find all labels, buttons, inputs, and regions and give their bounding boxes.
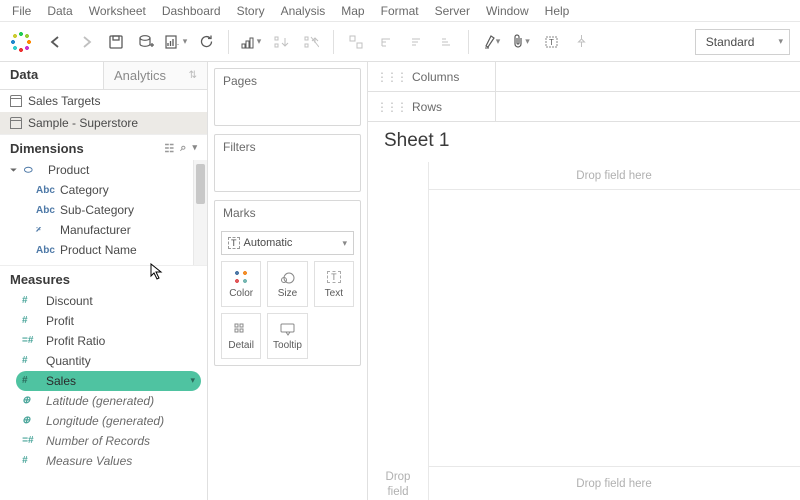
svg-text:T: T (549, 38, 554, 47)
new-sheet-button[interactable]: ▾ (162, 28, 190, 56)
pages-shelf[interactable]: Pages (214, 68, 361, 126)
field-latitude[interactable]: ⊕Latitude (generated) (0, 391, 207, 411)
globe-icon: ⊕ (22, 395, 40, 406)
field-category[interactable]: AbcCategory (0, 180, 207, 200)
mark-type-dropdown[interactable]: TAutomatic ▾ (221, 231, 354, 255)
sheet-title[interactable]: Sheet 1 (368, 122, 800, 162)
datasource-sales-targets[interactable]: Sales Targets (0, 90, 207, 112)
menu-server[interactable]: Server (435, 4, 470, 18)
sort-asc-button[interactable] (267, 28, 295, 56)
view-pane: ⋮⋮⋮Columns ⋮⋮⋮Rows Sheet 1 Drop field he… (368, 62, 800, 500)
toolbar-divider (333, 30, 334, 54)
field-discount[interactable]: #Discount (0, 291, 207, 311)
chevron-down-icon: ▾ (778, 36, 783, 47)
menu-help[interactable]: Help (545, 4, 570, 18)
save-button[interactable] (102, 28, 130, 56)
marks-tooltip-button[interactable]: Tooltip (267, 313, 307, 359)
menu-map[interactable]: Map (341, 4, 364, 18)
caret-down-icon: ⏷ (10, 165, 18, 176)
menu-dashboard[interactable]: Dashboard (162, 4, 221, 18)
fit-dropdown[interactable]: Standard ▾ (695, 29, 790, 55)
rows-shelf[interactable]: ⋮⋮⋮Rows (368, 92, 800, 122)
sort3-button[interactable] (432, 28, 460, 56)
view-canvas[interactable]: Drop field here Dropfield Drop field her… (368, 162, 800, 500)
field-product-name[interactable]: AbcProduct Name (0, 240, 207, 260)
drop-columns-hint: Drop field here (428, 162, 800, 190)
field-product-folder[interactable]: ⏷ ⬭ Product (0, 160, 207, 180)
marks-color-button[interactable]: Color (221, 261, 261, 307)
menu-data[interactable]: Data (47, 4, 72, 18)
grip-icon: ⋮⋮⋮ (376, 100, 406, 114)
field-profit[interactable]: #Profit (0, 311, 207, 331)
grip-icon: ⋮⋮⋮ (376, 70, 406, 84)
toolbar: ▾ ▾ ▾ ▾ T Standard ▾ (0, 22, 800, 62)
field-number-of-records[interactable]: =#Number of Records (0, 431, 207, 451)
back-button[interactable] (42, 28, 70, 56)
folder-icon: ⬭ (24, 165, 42, 176)
group-button[interactable] (342, 28, 370, 56)
refresh-button[interactable] (192, 28, 220, 56)
forward-button[interactable] (72, 28, 100, 56)
field-subcategory[interactable]: AbcSub-Category (0, 200, 207, 220)
field-profit-ratio[interactable]: =#Profit Ratio (0, 331, 207, 351)
size-icon (279, 269, 295, 285)
pin-button[interactable] (567, 28, 595, 56)
dimensions-header: Dimensions ☷ ⌕ ▾ (0, 134, 207, 160)
tableau-logo-icon[interactable] (10, 31, 32, 53)
swap-button[interactable]: ▾ (237, 28, 265, 56)
marks-detail-button[interactable]: Detail (221, 313, 261, 359)
labels-button[interactable]: T (537, 28, 565, 56)
measures-header: Measures (0, 265, 207, 291)
cards-column: Pages Filters Marks TAutomatic ▾ Color S… (208, 62, 368, 500)
menu-story[interactable]: Story (237, 4, 265, 18)
datasource-icon (10, 117, 22, 129)
sort2-button[interactable] (402, 28, 430, 56)
showhide-button[interactable] (372, 28, 400, 56)
menu-analysis[interactable]: Analysis (281, 4, 326, 18)
field-measure-values[interactable]: #Measure Values (0, 451, 207, 471)
marks-size-button[interactable]: Size (267, 261, 307, 307)
text-icon: T (327, 269, 341, 285)
menu-format[interactable]: Format (381, 4, 419, 18)
fit-dropdown-label: Standard (706, 35, 755, 49)
chevron-down-icon: ▾ (183, 36, 188, 47)
highlight-button[interactable]: ▾ (477, 28, 505, 56)
new-datasource-button[interactable] (132, 28, 160, 56)
view-list-icon[interactable]: ☷ (164, 142, 174, 155)
field-manufacturer[interactable]: 𝄎Manufacturer (0, 220, 207, 240)
clip-icon: 𝄎 (36, 225, 54, 236)
menu-file[interactable]: File (12, 4, 31, 18)
toolbar-divider (468, 30, 469, 54)
datasource-sample-superstore[interactable]: Sample - Superstore (0, 112, 207, 134)
chevron-down-icon[interactable]: ▾ (192, 142, 197, 155)
globe-icon: ⊕ (22, 415, 40, 426)
datasource-icon (10, 95, 22, 107)
sort-desc-button[interactable] (297, 28, 325, 56)
toolbar-divider (228, 30, 229, 54)
menu-worksheet[interactable]: Worksheet (89, 4, 146, 18)
search-icon[interactable]: ⌕ (180, 142, 186, 155)
color-icon (234, 270, 248, 284)
field-quantity[interactable]: #Quantity (0, 351, 207, 371)
chevron-down-icon[interactable]: ▾ (190, 375, 195, 386)
field-sales[interactable]: #Sales▾ (16, 371, 201, 391)
tooltip-icon (280, 321, 295, 337)
columns-shelf[interactable]: ⋮⋮⋮Columns (368, 62, 800, 92)
drop-field-hint: Drop field here (428, 466, 800, 500)
drop-rows-hint: Dropfield (376, 470, 420, 500)
field-longitude[interactable]: ⊕Longitude (generated) (0, 411, 207, 431)
chevron-down-icon: ▾ (342, 238, 347, 249)
data-pane: Data Analytics⇅ Sales Targets Sample - S… (0, 62, 208, 500)
detail-icon (234, 321, 248, 337)
marks-card: Marks TAutomatic ▾ Color Size TText Deta… (214, 200, 361, 366)
menu-bar: File Data Worksheet Dashboard Story Anal… (0, 0, 800, 22)
menu-window[interactable]: Window (486, 4, 529, 18)
tab-analytics[interactable]: Analytics⇅ (103, 62, 207, 89)
tab-data[interactable]: Data (0, 62, 103, 89)
filters-shelf[interactable]: Filters (214, 134, 361, 192)
attach-button[interactable]: ▾ (507, 28, 535, 56)
scrollbar[interactable] (193, 160, 207, 265)
marks-text-button[interactable]: TText (314, 261, 354, 307)
